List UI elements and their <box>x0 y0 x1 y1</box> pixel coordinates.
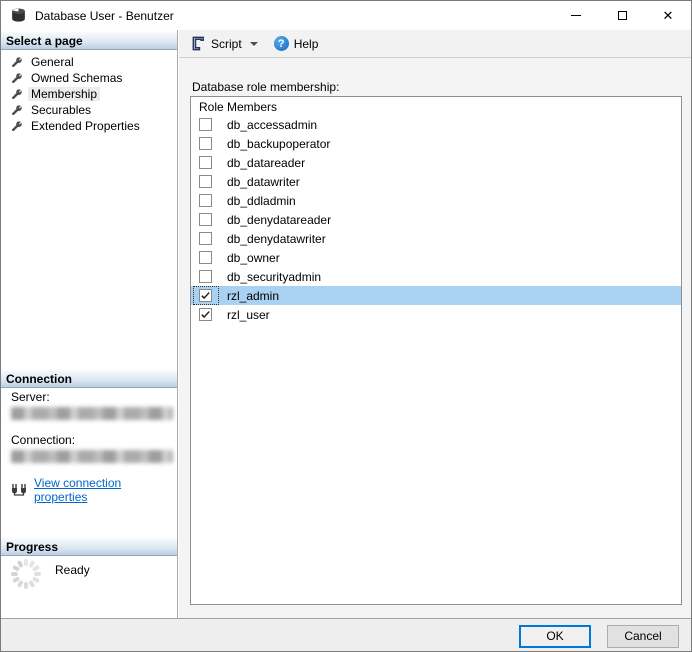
role-checkbox[interactable] <box>199 308 212 321</box>
role-checkbox[interactable] <box>199 137 212 150</box>
ok-button[interactable]: OK <box>519 624 591 648</box>
role-row-db_denydatawriter[interactable]: db_denydatawriter <box>191 229 681 248</box>
role-name: db_datawriter <box>227 174 300 189</box>
role-members-list: db_accessadmin db_backupoperator db_datare… <box>191 115 681 324</box>
progress-spinner-icon <box>11 559 41 589</box>
role-row-db_owner[interactable]: db_owner <box>191 248 681 267</box>
role-row-db_datareader[interactable]: db_datareader <box>191 153 681 172</box>
role-name: db_accessadmin <box>227 117 318 132</box>
sidebar-item-owned-schemas[interactable]: Owned Schemas <box>1 70 177 86</box>
role-name: db_ddladmin <box>227 193 296 208</box>
progress-header: Progress <box>1 537 177 556</box>
sidebar-item-label: Membership <box>28 87 101 101</box>
role-checkbox[interactable] <box>199 270 212 283</box>
sidebar-item-label: Owned Schemas <box>31 71 123 85</box>
role-row-rzl_admin[interactable]: rzl_admin <box>191 286 681 305</box>
help-button[interactable]: ? Help <box>270 33 329 55</box>
toolbar: Script ? Help <box>179 30 691 58</box>
role-name: db_denydatareader <box>227 212 332 227</box>
server-value-redacted <box>11 407 173 420</box>
role-row-db_ddladmin[interactable]: db_ddladmin <box>191 191 681 210</box>
sidebar-item-label: General <box>31 55 74 69</box>
sidebar-item-general[interactable]: General <box>1 54 177 70</box>
role-checkbox[interactable] <box>199 213 212 226</box>
role-row-db_denydatareader[interactable]: db_denydatareader <box>191 210 681 229</box>
role-row-db_accessadmin[interactable]: db_accessadmin <box>191 115 681 134</box>
close-button[interactable]: ✕ <box>645 1 691 30</box>
role-row-rzl_user[interactable]: rzl_user <box>191 305 681 324</box>
wrench-icon <box>10 88 23 101</box>
role-members-listbox: Role Members db_accessadmin db_backupoper… <box>190 96 682 605</box>
server-label: Server: <box>11 390 50 404</box>
help-label: Help <box>293 36 319 51</box>
sidebar-item-label: Extended Properties <box>31 119 140 133</box>
wrench-icon <box>10 120 23 133</box>
role-name: db_securityadmin <box>227 269 322 284</box>
role-row-db_datawriter[interactable]: db_datawriter <box>191 172 681 191</box>
role-checkbox[interactable] <box>199 251 212 264</box>
role-checkbox[interactable] <box>199 194 212 207</box>
role-checkbox[interactable] <box>199 232 212 245</box>
chevron-down-icon <box>249 41 258 46</box>
title-bar: Database User - Benutzer ✕ <box>1 1 691 30</box>
sidebar-item-membership[interactable]: Membership <box>1 86 177 102</box>
view-connection-properties-link[interactable]: View connection properties <box>34 476 171 504</box>
script-label: Script <box>211 36 242 51</box>
main-panel: Script ? Help Database role membership: … <box>179 30 691 618</box>
connection-block: Server: Connection: View connection prop… <box>11 390 173 504</box>
role-checkbox[interactable] <box>199 156 212 169</box>
minimize-button[interactable] <box>553 1 599 30</box>
maximize-button[interactable] <box>599 1 645 30</box>
database-user-dialog: Database User - Benutzer ✕ Select a page… <box>0 0 692 652</box>
progress-block: Ready <box>9 557 90 591</box>
role-name: rzl_admin <box>227 288 280 303</box>
cancel-button[interactable]: Cancel <box>607 624 679 648</box>
maximize-icon <box>617 11 627 20</box>
wrench-icon <box>10 56 23 69</box>
connection-value-redacted <box>11 450 173 463</box>
close-icon: ✕ <box>662 8 674 23</box>
script-icon <box>191 36 206 51</box>
minimize-icon <box>571 15 581 16</box>
connection-properties-icon <box>11 483 29 497</box>
page-list: General Owned Schemas Membership Securables… <box>1 54 177 134</box>
database-role-membership-label: Database role membership: <box>192 80 340 94</box>
sidebar-item-label: Securables <box>31 103 92 117</box>
wrench-icon <box>10 104 23 117</box>
role-name: db_datareader <box>227 155 306 170</box>
footer-bar: OK Cancel <box>1 618 691 651</box>
progress-status: Ready <box>55 563 90 577</box>
role-row-db_backupoperator[interactable]: db_backupoperator <box>191 134 681 153</box>
role-name: db_backupoperator <box>227 136 331 151</box>
role-checkbox[interactable] <box>199 289 212 302</box>
connection-header: Connection <box>1 369 177 388</box>
sidebar-item-securables[interactable]: Securables <box>1 102 177 118</box>
wrench-icon <box>10 72 23 85</box>
database-icon <box>10 7 27 24</box>
role-name: db_denydatawriter <box>227 231 326 246</box>
role-name: db_owner <box>227 250 280 265</box>
role-checkbox[interactable] <box>199 118 212 131</box>
connection-label: Connection: <box>11 433 76 447</box>
role-checkbox[interactable] <box>199 175 212 188</box>
sidebar: Select a page General Owned Schemas Member… <box>1 30 178 618</box>
window-title: Database User - Benutzer <box>35 8 174 23</box>
role-name: rzl_user <box>227 307 270 322</box>
help-icon: ? <box>273 36 289 51</box>
role-row-db_securityadmin[interactable]: db_securityadmin <box>191 267 681 286</box>
role-members-column-header: Role Members <box>199 100 278 114</box>
sidebar-item-extended-properties[interactable]: Extended Properties <box>1 118 177 134</box>
select-a-page-header: Select a page <box>1 31 177 50</box>
script-button[interactable]: Script <box>187 33 270 55</box>
